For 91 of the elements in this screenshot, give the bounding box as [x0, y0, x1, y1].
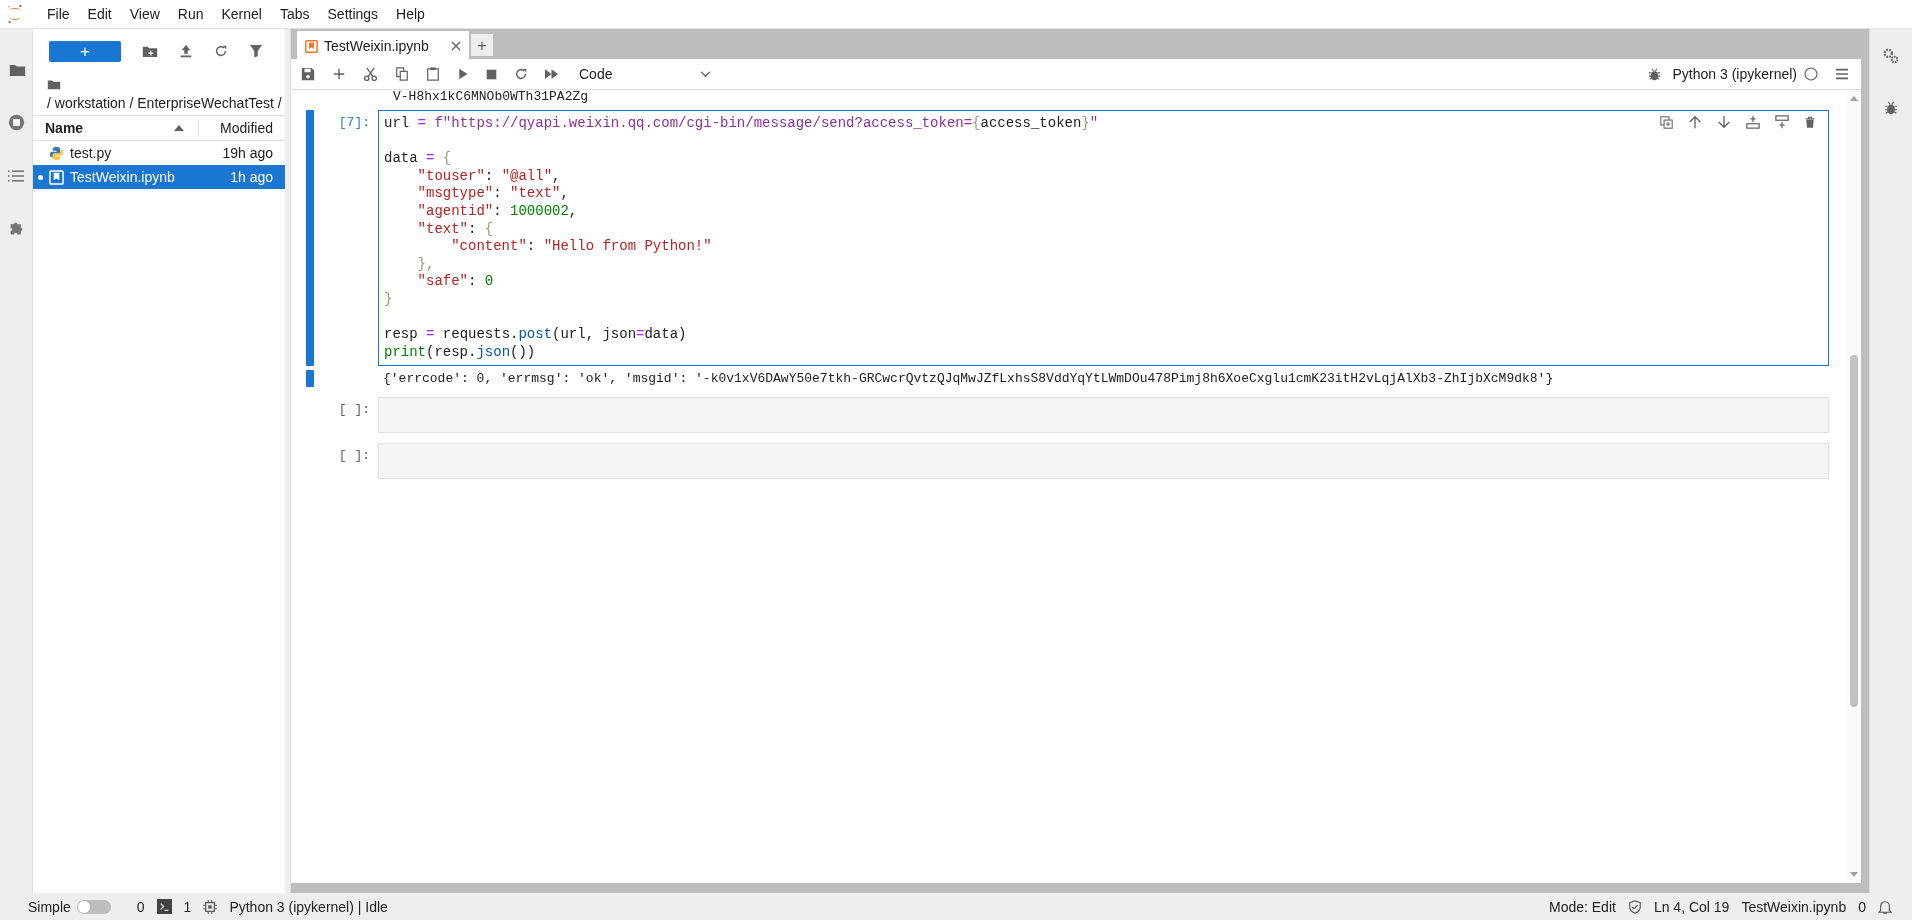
menu-item[interactable]: Settings: [318, 6, 388, 22]
execution-count: [ ]:: [337, 401, 371, 420]
paste-icon[interactable]: [426, 67, 440, 81]
fast-forward-icon[interactable]: [545, 69, 558, 79]
arrow-down-icon[interactable]: [1717, 115, 1731, 129]
modified-time: 1h ago: [230, 169, 273, 185]
simple-mode-label: Simple: [28, 898, 71, 915]
menu-item[interactable]: Kernel: [212, 6, 271, 22]
insert-below-icon[interactable]: [1775, 115, 1789, 129]
cursor-position[interactable]: Ln 4, Col 19: [1653, 898, 1730, 915]
close-icon[interactable]: [451, 41, 461, 51]
file-list-item[interactable]: test.py 19h ago: [33, 141, 285, 165]
code-line: "msgtype": "text",: [416, 185, 569, 203]
kernel-status[interactable]: Python 3 (ipykernel) | Idle: [229, 898, 388, 915]
code-line: "touser": "@all",: [416, 167, 561, 186]
notebook-tab[interactable]: TestWeixin.ipynb: [297, 31, 469, 59]
notebook-file-icon: [49, 169, 64, 185]
new-tab-button[interactable]: +: [471, 34, 493, 56]
stop-circle-icon: [7, 114, 25, 131]
bug-icon[interactable]: [1884, 101, 1898, 115]
current-file: TestWeixin.ipynb: [1741, 898, 1847, 915]
code-line: "agentid": 1000002,: [416, 202, 578, 221]
cell-output: {'errcode': 0, 'errmsg': 'ok', 'msgid': '-k0v1xV6DAwY50e7tkh-GRCwcrQvtzQJqMwJZfLxhsS8VddYqYtLWmDOu478Pimj8h6XoeCxglu1cmK23itH2vLqjAlXb3-ZhIjbXcM9dk8'}: [382, 370, 1555, 388]
scrollbar-thumb[interactable]: [1850, 355, 1858, 707]
insert-above-icon[interactable]: [1746, 115, 1760, 129]
sort-caret-icon: [174, 125, 184, 131]
code-line: resp = requests.post(url, json=data): [384, 326, 687, 344]
modified-time: 19h ago: [222, 145, 273, 161]
chip-icon[interactable]: [203, 899, 218, 914]
stop-icon[interactable]: [486, 68, 497, 80]
code-line: url = f"https://qyapi.weixin.qq.com/cgi-bin/message/send?access_token={access_token}": [384, 115, 1099, 133]
refresh-icon[interactable]: [214, 44, 228, 58]
name-column-header[interactable]: Name: [33, 120, 199, 136]
new-launcher-button[interactable]: +: [49, 40, 121, 62]
notebook-icon: [305, 39, 318, 53]
code-line: "content": "Hello from Python!": [450, 238, 712, 256]
code-line: }: [384, 290, 393, 309]
jupyter-logo-icon: [6, 3, 24, 25]
gears-icon[interactable]: [1883, 48, 1899, 64]
run-icon[interactable]: [457, 68, 469, 80]
code-line: print(resp.json()): [384, 343, 536, 362]
menu-item[interactable]: Tabs: [270, 6, 319, 22]
menu-item[interactable]: File: [38, 6, 79, 22]
kernel-name[interactable]: Python 3 (ipykernel): [1672, 66, 1797, 82]
chevron-down-icon: [700, 70, 712, 78]
cell-collapser-bar[interactable]: [306, 110, 314, 367]
kernel-count: 1: [183, 898, 192, 915]
simple-mode-toggle[interactable]: [76, 899, 111, 914]
save-icon[interactable]: [301, 67, 315, 81]
copy-icon[interactable]: [395, 67, 409, 81]
cell-output: V-H8hx1kC6MNOb0WTh31PA2Zg: [392, 90, 590, 106]
code-line: "text": {: [416, 220, 494, 239]
add-icon[interactable]: [332, 67, 346, 81]
menu-item[interactable]: Run: [168, 6, 213, 22]
menu-item[interactable]: Help: [387, 6, 434, 22]
trash-icon[interactable]: [1804, 115, 1816, 129]
duplicate-icon[interactable]: [1660, 115, 1673, 129]
arrow-up-icon[interactable]: [1688, 115, 1702, 129]
modified-column-header[interactable]: Modified: [199, 120, 285, 136]
new-folder-icon[interactable]: [142, 44, 158, 58]
output-collapser-bar[interactable]: [306, 370, 314, 388]
python-file-icon: [49, 145, 64, 161]
editor-mode: Mode: Edit: [1548, 898, 1616, 915]
terminal-count: 0: [136, 898, 145, 915]
file-list-item[interactable]: TestWeixin.ipynb 1h ago: [33, 165, 285, 189]
execution-count: [7]:: [337, 114, 371, 132]
notification-count: 0: [1858, 898, 1866, 915]
execution-count: [ ]:: [337, 447, 371, 466]
open-indicator-icon: [38, 174, 43, 180]
folder-icon[interactable]: [47, 79, 61, 90]
cell-type-dropdown[interactable]: Code: [575, 66, 716, 82]
menu-icon[interactable]: [1835, 68, 1849, 80]
menu-item[interactable]: View: [120, 6, 169, 22]
terminal-icon[interactable]: [156, 899, 172, 914]
file-name: test.py: [70, 145, 113, 161]
scissors-icon[interactable]: [363, 66, 378, 82]
folder-icon: [8, 62, 26, 77]
menu-item[interactable]: Edit: [78, 6, 121, 22]
restart-icon[interactable]: [514, 67, 528, 81]
breadcrumb-path[interactable]: / workstation / EnterpriseWechatTest /: [47, 95, 285, 111]
bell-icon[interactable]: [1878, 898, 1892, 915]
shield-icon[interactable]: [1627, 899, 1642, 914]
file-name: TestWeixin.ipynb: [70, 169, 176, 185]
code-line: data = {: [384, 150, 452, 168]
code-line: "safe": 0: [416, 273, 494, 291]
bug-icon[interactable]: [1648, 67, 1662, 81]
code-line: },: [416, 255, 435, 274]
upload-icon[interactable]: [179, 44, 193, 58]
list-icon: [8, 168, 24, 183]
filter-icon[interactable]: [249, 44, 263, 58]
code-cell-input[interactable]: [378, 110, 1829, 367]
